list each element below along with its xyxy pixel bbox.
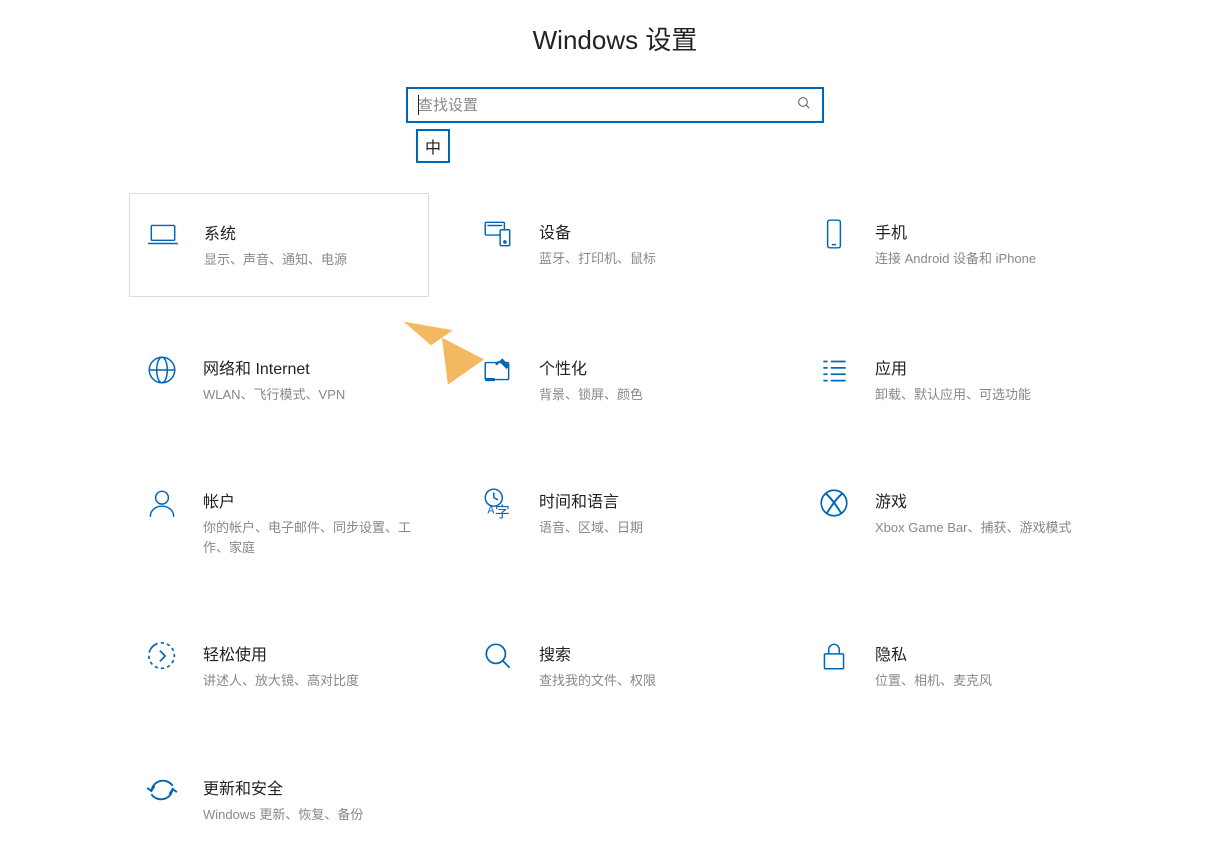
card-accounts[interactable]: 帐户 你的帐户、电子邮件、同步设置、工作、家庭 xyxy=(129,462,429,583)
card-title: 轻松使用 xyxy=(203,641,415,665)
card-title: 系统 xyxy=(204,220,414,244)
ime-indicator: 中 xyxy=(416,129,450,163)
card-subtitle: WLAN、飞行模式、VPN xyxy=(203,385,415,405)
svg-text:A: A xyxy=(487,505,495,517)
card-privacy[interactable]: 隐私 位置、相机、麦克风 xyxy=(801,615,1101,717)
lock-icon xyxy=(815,639,853,673)
phone-icon xyxy=(815,217,853,251)
card-subtitle: 讲述人、放大镜、高对比度 xyxy=(203,671,415,691)
search-icon xyxy=(796,95,812,116)
card-search[interactable]: 搜索 查找我的文件、权限 xyxy=(465,615,765,717)
update-icon xyxy=(143,773,181,807)
card-title: 搜索 xyxy=(539,641,751,665)
card-subtitle: 卸载、默认应用、可选功能 xyxy=(875,385,1087,405)
card-subtitle: Xbox Game Bar、捕获、游戏模式 xyxy=(875,518,1087,538)
card-update-security[interactable]: 更新和安全 Windows 更新、恢复、备份 xyxy=(129,749,429,850)
card-subtitle: 查找我的文件、权限 xyxy=(539,671,751,691)
svg-text:字: 字 xyxy=(495,504,510,520)
card-personalization[interactable]: 个性化 背景、锁屏、颜色 xyxy=(465,329,765,431)
search-box[interactable] xyxy=(406,87,824,123)
card-apps[interactable]: 应用 卸载、默认应用、可选功能 xyxy=(801,329,1101,431)
card-devices[interactable]: 设备 蓝牙、打印机、鼠标 xyxy=(465,193,765,297)
card-subtitle: 语音、区域、日期 xyxy=(539,518,751,538)
settings-grid: 系统 显示、声音、通知、电源 设备 蓝牙、打印机、鼠标 手机 连接 xyxy=(0,193,1230,850)
search-input[interactable] xyxy=(418,97,796,114)
devices-icon xyxy=(479,217,517,251)
card-title: 网络和 Internet xyxy=(203,355,415,379)
apps-icon xyxy=(815,353,853,387)
personalization-icon xyxy=(479,353,517,387)
card-ease-of-access[interactable]: 轻松使用 讲述人、放大镜、高对比度 xyxy=(129,615,429,717)
time-language-icon: 字 A xyxy=(479,486,517,520)
card-phone[interactable]: 手机 连接 Android 设备和 iPhone xyxy=(801,193,1101,297)
person-icon xyxy=(143,486,181,520)
card-title: 设备 xyxy=(539,219,751,243)
card-subtitle: 你的帐户、电子邮件、同步设置、工作、家庭 xyxy=(203,518,415,557)
card-subtitle: 蓝牙、打印机、鼠标 xyxy=(539,249,751,269)
card-subtitle: 位置、相机、麦克风 xyxy=(875,671,1087,691)
laptop-icon xyxy=(144,218,182,252)
card-title: 手机 xyxy=(875,219,1087,243)
ease-of-access-icon xyxy=(143,639,181,673)
page-title: Windows 设置 xyxy=(0,20,1230,57)
card-title: 隐私 xyxy=(875,641,1087,665)
card-title: 个性化 xyxy=(539,355,751,379)
card-title: 帐户 xyxy=(203,488,415,512)
card-gaming[interactable]: 游戏 Xbox Game Bar、捕获、游戏模式 xyxy=(801,462,1101,583)
card-title: 时间和语言 xyxy=(539,488,751,512)
text-cursor xyxy=(418,95,419,115)
card-system[interactable]: 系统 显示、声音、通知、电源 xyxy=(129,193,429,297)
card-time-language[interactable]: 字 A 时间和语言 语音、区域、日期 xyxy=(465,462,765,583)
card-title: 游戏 xyxy=(875,488,1087,512)
card-network[interactable]: 网络和 Internet WLAN、飞行模式、VPN xyxy=(129,329,429,431)
card-title: 应用 xyxy=(875,355,1087,379)
card-subtitle: Windows 更新、恢复、备份 xyxy=(203,805,415,825)
xbox-icon xyxy=(815,486,853,520)
card-subtitle: 背景、锁屏、颜色 xyxy=(539,385,751,405)
globe-icon xyxy=(143,353,181,387)
card-subtitle: 显示、声音、通知、电源 xyxy=(204,250,414,270)
card-title: 更新和安全 xyxy=(203,775,415,799)
card-subtitle: 连接 Android 设备和 iPhone xyxy=(875,249,1087,269)
magnifier-icon xyxy=(479,639,517,673)
